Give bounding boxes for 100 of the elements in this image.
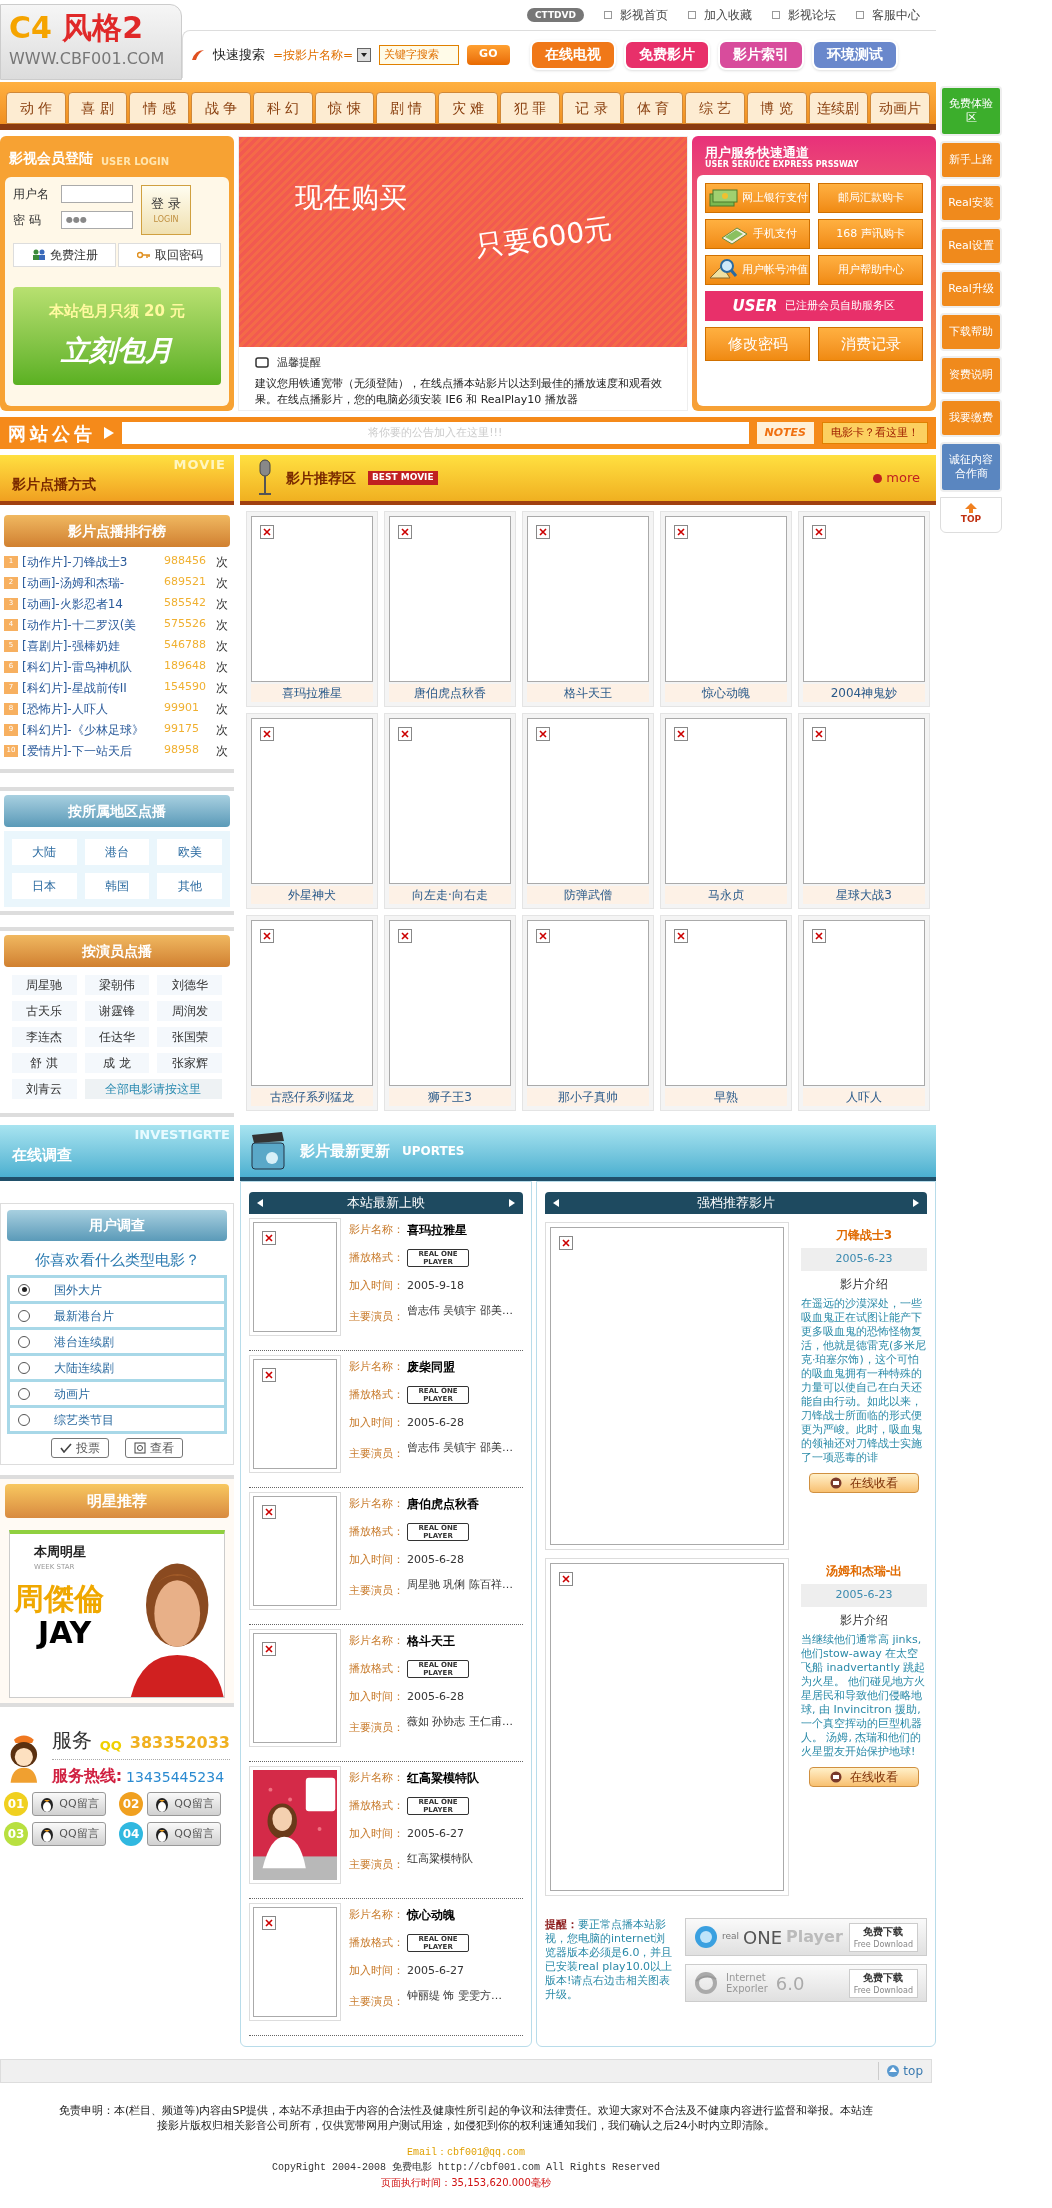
back-to-top-button[interactable]: TOP	[940, 497, 1002, 533]
ranking-link[interactable]: [动作片]-十二罗汉(美	[22, 615, 160, 634]
category-tab[interactable]: 惊 悚	[314, 92, 375, 124]
username-field[interactable]	[61, 185, 133, 203]
survey-option[interactable]: 大陆连续剧	[10, 1356, 224, 1379]
movie-card[interactable]: 防弹武僧	[522, 713, 654, 909]
recover-password-button[interactable]: 取回密码	[118, 243, 221, 267]
nav-button[interactable]: 环境测试	[811, 39, 898, 70]
category-tab[interactable]: 记 录	[561, 92, 622, 124]
movie-card[interactable]: 唐伯虎点秋香	[384, 511, 516, 707]
vote-button[interactable]: 投票	[51, 1438, 109, 1458]
movie-card[interactable]: 狮子王3	[384, 915, 516, 1111]
top-link-button[interactable]: top	[878, 2062, 923, 2080]
survey-option[interactable]: 综艺类节目	[10, 1408, 224, 1431]
qq-message-button[interactable]: QQ留言	[32, 1822, 106, 1846]
watch-online-button[interactable]: 在线收看	[809, 1766, 919, 1787]
category-tab[interactable]: 动画片	[870, 92, 930, 124]
all-movies-link[interactable]: 全部电影请按这里	[84, 1079, 222, 1099]
sidebar-link[interactable]: 诚征内容合作商	[940, 442, 1002, 492]
category-tab[interactable]: 连续剧	[808, 92, 869, 124]
actor-link[interactable]: 李连杰	[12, 1027, 77, 1047]
survey-option[interactable]: 国外大片	[10, 1278, 224, 1301]
category-tab[interactable]: 犯 罪	[499, 92, 560, 124]
ranking-link[interactable]: [喜剧片]-强棒奶娃	[22, 636, 160, 655]
field-label: 主要演员：	[349, 1719, 405, 1736]
region-link[interactable]: 欧美	[157, 839, 222, 865]
movie-card[interactable]: 喜玛拉雅星	[246, 511, 378, 707]
nav-button[interactable]: 影片索引	[717, 39, 804, 70]
category-tab[interactable]: 情 感	[129, 92, 190, 124]
password-field[interactable]: ●●●	[61, 211, 133, 229]
register-button[interactable]: 免费注册	[13, 243, 116, 267]
movie-card[interactable]: 外星神犬	[246, 713, 378, 909]
movie-card-link[interactable]: 电影卡？看这里！	[822, 422, 928, 444]
radio-button[interactable]	[18, 1283, 30, 1296]
category-tab[interactable]: 科 幻	[252, 92, 313, 124]
ranking-link[interactable]: [恐怖片]-人吓人	[22, 699, 160, 718]
actor-link[interactable]: 梁朝伟	[84, 975, 150, 995]
movie-card[interactable]: 马永贞	[660, 713, 792, 909]
movie-card[interactable]: 早熟	[660, 915, 792, 1111]
actor-link[interactable]: 周润发	[157, 1001, 222, 1021]
category-tab[interactable]: 剧 情	[376, 92, 437, 124]
nav-button[interactable]: 免费影片	[623, 39, 710, 70]
region-link[interactable]: 其他	[157, 873, 222, 899]
region-link[interactable]: 韩国	[84, 873, 150, 899]
watch-online-button[interactable]: 在线收看	[809, 1472, 919, 1493]
category-tab[interactable]: 战 争	[191, 92, 251, 124]
category-tab[interactable]: 灾 难	[438, 92, 498, 124]
ranking-link[interactable]: [科幻片]-《少林足球》	[22, 720, 160, 739]
ranking-link[interactable]: [动画]-火影忍者14	[22, 594, 160, 613]
category-tab[interactable]: 综 艺	[685, 92, 745, 124]
actor-link[interactable]: 谢霆锋	[84, 1001, 150, 1021]
category-tab[interactable]: 博 览	[746, 92, 807, 124]
radio-button[interactable]	[18, 1335, 30, 1348]
top-link[interactable]: 影视论坛	[772, 6, 836, 24]
radio-button[interactable]	[18, 1361, 30, 1374]
radio-button[interactable]	[18, 1387, 30, 1400]
movie-card[interactable]: 2004神鬼妙	[798, 511, 930, 707]
ranking-link[interactable]: [爱情片]-下一站天后	[22, 741, 160, 760]
movie-card[interactable]: 惊心动魄	[660, 511, 792, 707]
actor-link[interactable]: 张家辉	[157, 1053, 222, 1073]
ranking-link[interactable]: [动画]-汤姆和杰瑞-	[22, 573, 160, 592]
movie-card[interactable]: 人吓人	[798, 915, 930, 1111]
movie-card[interactable]: 格斗天王	[522, 511, 654, 707]
actor-link[interactable]: 舒 淇	[12, 1053, 77, 1073]
ranking-link[interactable]: [科幻片]-星战前传II	[22, 678, 160, 697]
login-button[interactable]: 登 录 LOGIN	[141, 185, 191, 235]
region-link[interactable]: 日本	[12, 873, 77, 899]
qq-message-button[interactable]: QQ留言	[147, 1822, 221, 1846]
movie-card[interactable]: 向左走·向右走	[384, 713, 516, 909]
radio-button[interactable]	[18, 1413, 30, 1426]
more-link[interactable]: more	[873, 468, 920, 488]
actor-link[interactable]: 张国荣	[157, 1027, 222, 1047]
region-link[interactable]: 港台	[84, 839, 150, 865]
actor-link[interactable]: 刘德华	[157, 975, 222, 995]
top-link[interactable]: 加入收藏	[688, 6, 752, 24]
movie-title: 唐伯虎点秋香	[407, 1496, 480, 1513]
category-tab[interactable]: 动 作	[6, 92, 66, 124]
movie-card[interactable]: 那小子真帅	[522, 915, 654, 1111]
region-link[interactable]: 大陆	[12, 839, 77, 865]
qq-message-button[interactable]: QQ留言	[32, 1792, 106, 1816]
ranking-link[interactable]: [科幻片]-雷鸟神机队	[22, 657, 160, 676]
actor-link[interactable]: 成 龙	[84, 1053, 150, 1073]
category-tab[interactable]: 体 育	[623, 92, 684, 124]
member-service-button[interactable]: USER 已注册会员自助服务区	[705, 291, 923, 321]
radio-button[interactable]	[18, 1309, 30, 1322]
actor-link[interactable]: 周星驰	[12, 975, 77, 995]
actor-link[interactable]: 古天乐	[12, 1001, 77, 1021]
qq-message-button[interactable]: QQ留言	[147, 1792, 221, 1816]
survey-option[interactable]: 最新港台片	[10, 1304, 224, 1327]
actor-link[interactable]: 刘青云	[12, 1079, 77, 1099]
survey-option[interactable]: 港台连续剧	[10, 1330, 224, 1353]
ranking-link[interactable]: [动作片]-刀锋战士3	[22, 552, 160, 571]
movie-card[interactable]: 星球大战3	[798, 713, 930, 909]
movie-card[interactable]: 古惑仔系列猛龙	[246, 915, 378, 1111]
category-tab[interactable]: 喜 剧	[67, 92, 128, 124]
view-results-button[interactable]: 查看	[125, 1438, 183, 1458]
survey-option[interactable]: 动画片	[10, 1382, 224, 1405]
actor-link[interactable]: 任达华	[84, 1027, 150, 1047]
top-link[interactable]: 影视首页	[604, 6, 668, 24]
top-link[interactable]: 客服中心	[856, 6, 920, 24]
